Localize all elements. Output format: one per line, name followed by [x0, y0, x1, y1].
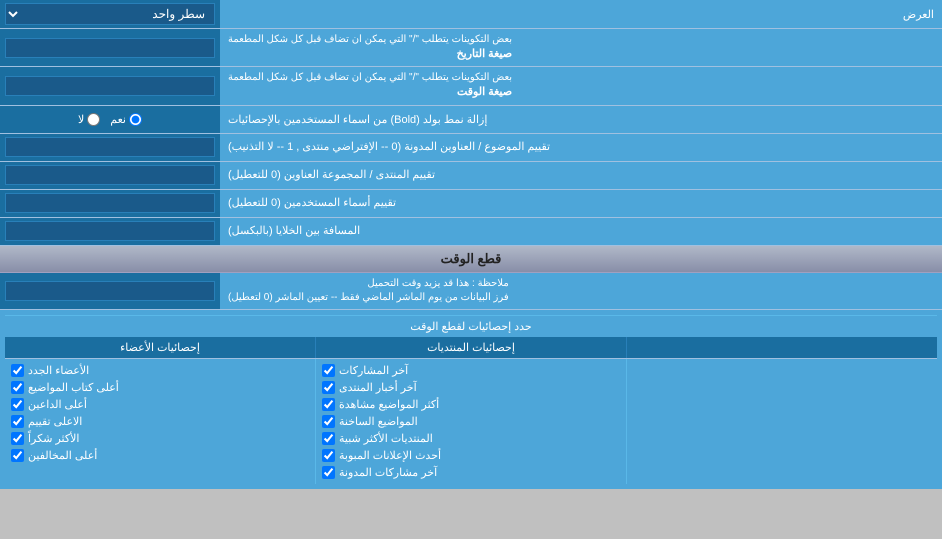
- checkboxes-header-row: إحصائيات المنتديات إحصائيات الأعضاء: [5, 337, 937, 359]
- list-item: أعلى الداعين: [11, 396, 309, 413]
- users-sort-input-container: 0: [0, 190, 220, 217]
- realtime-note: حدد إحصائيات لقطع الوقت: [5, 315, 937, 337]
- checkbox-col1-1[interactable]: [11, 381, 24, 394]
- list-item: آخر المشاركات: [322, 362, 620, 379]
- forum-sort-label: تقييم المنتدى / المجموعة العناوين (0 للت…: [220, 162, 942, 189]
- topics-sort-label: تقييم الموضوع / العناوين المدونة (0 -- ا…: [220, 134, 942, 161]
- list-item: أعلى المخالفين: [11, 447, 309, 464]
- date-format-input-container: d-m: [0, 29, 220, 66]
- checkbox-col2-3[interactable]: [322, 415, 335, 428]
- list-item: الاعلى تقييم: [11, 413, 309, 430]
- users-sort-input[interactable]: 0: [5, 193, 215, 213]
- spacing-input[interactable]: 2: [5, 221, 215, 241]
- time-format-label: بعض التكوينات يتطلب "/" التي يمكن ان تضا…: [220, 67, 942, 104]
- bold-remove-options: نعم لا: [0, 106, 220, 133]
- users-sort-label: تقييم أسماء المستخدمين (0 للتعطيل): [220, 190, 942, 217]
- checkbox-col1-3[interactable]: [11, 415, 24, 428]
- filter-days-input-container: 0: [0, 273, 220, 309]
- topics-sort-input[interactable]: 33: [5, 137, 215, 157]
- checkbox-col2-2[interactable]: [322, 398, 335, 411]
- col3-checkboxes: [626, 359, 937, 484]
- time-format-input[interactable]: H:i: [5, 76, 215, 96]
- display-select[interactable]: سطر واحد: [5, 3, 215, 25]
- filter-days-label: ملاحظة : هذا قد يزيد وقت التحميل فرز الب…: [220, 273, 942, 309]
- list-item: الأعضاء الجدد: [11, 362, 309, 379]
- col2-header: إحصائيات المنتديات: [315, 337, 626, 358]
- checkbox-col1-5[interactable]: [11, 449, 24, 462]
- col1-header: إحصائيات الأعضاء: [5, 337, 315, 358]
- checkbox-col1-2[interactable]: [11, 398, 24, 411]
- forum-sort-input[interactable]: 33: [5, 165, 215, 185]
- bold-remove-label: إزالة نمط بولد (Bold) من اسماء المستخدمي…: [220, 106, 942, 133]
- checkbox-col2-4[interactable]: [322, 432, 335, 445]
- list-item: الأكثر شكراً: [11, 430, 309, 447]
- checkbox-col2-6[interactable]: [322, 466, 335, 479]
- date-format-label: بعض التكوينات يتطلب "/" التي يمكن ان تضا…: [220, 29, 942, 66]
- list-item: أعلى كتاب المواضيع: [11, 379, 309, 396]
- list-item: أحدث الإعلانات المبوبة: [322, 447, 620, 464]
- time-format-input-container: H:i: [0, 67, 220, 104]
- list-item: آخر أخبار المنتدى: [322, 379, 620, 396]
- col1-checkboxes: الأعضاء الجدد أعلى كتاب المواضيع أعلى ال…: [5, 359, 315, 484]
- col3-header: [626, 337, 937, 358]
- list-item: أكثر المواضيع مشاهدة: [322, 396, 620, 413]
- bold-remove-no[interactable]: لا: [78, 113, 100, 126]
- list-item: المواضيع الساخنة: [322, 413, 620, 430]
- realtime-section-header: قطع الوقت: [0, 246, 942, 273]
- topics-sort-input-container: 33: [0, 134, 220, 161]
- col2-checkboxes: آخر المشاركات آخر أخبار المنتدى أكثر الم…: [315, 359, 626, 484]
- checkbox-col2-1[interactable]: [322, 381, 335, 394]
- checkboxes-section: حدد إحصائيات لقطع الوقت إحصائيات المنتدي…: [0, 310, 942, 489]
- bold-remove-yes[interactable]: نعم: [110, 113, 142, 126]
- checkbox-col1-4[interactable]: [11, 432, 24, 445]
- filter-days-input[interactable]: 0: [5, 281, 215, 301]
- checkbox-col1-0[interactable]: [11, 364, 24, 377]
- spacing-label: المسافة بين الخلايا (بالبكسل): [220, 218, 942, 245]
- forum-sort-input-container: 33: [0, 162, 220, 189]
- checkbox-col2-0[interactable]: [322, 364, 335, 377]
- display-select-container: سطر واحد: [0, 0, 220, 28]
- checkboxes-area: آخر المشاركات آخر أخبار المنتدى أكثر الم…: [5, 359, 937, 484]
- spacing-input-container: 2: [0, 218, 220, 245]
- ard-label: العرض: [220, 4, 942, 25]
- checkbox-col2-5[interactable]: [322, 449, 335, 462]
- list-item: المنتديات الأكثر شبية: [322, 430, 620, 447]
- list-item: آخر مشاركات المدونة: [322, 464, 620, 481]
- date-format-input[interactable]: d-m: [5, 38, 215, 58]
